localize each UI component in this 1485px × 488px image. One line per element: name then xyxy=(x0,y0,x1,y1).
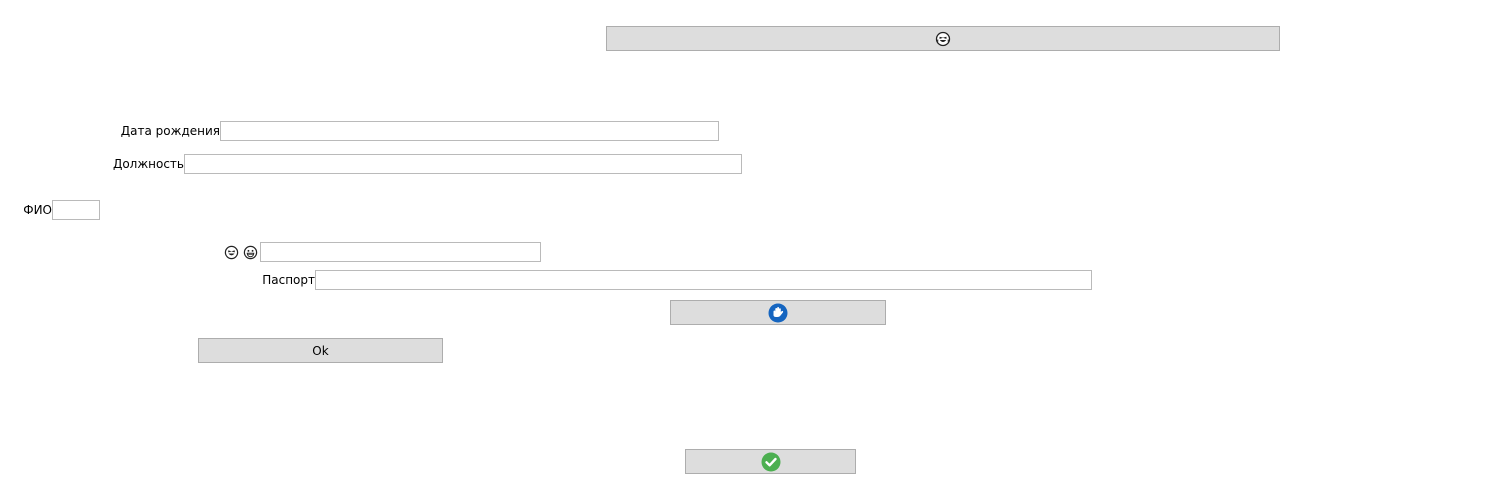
fio-label: ФИО xyxy=(23,203,52,217)
laughing-face-icon xyxy=(935,31,951,46)
hand-icon-button[interactable] xyxy=(670,300,886,325)
emoji-input[interactable] xyxy=(260,242,541,262)
passport-input[interactable] xyxy=(315,270,1092,290)
fio-input[interactable] xyxy=(52,200,100,220)
top-emoji-button[interactable] xyxy=(606,26,1280,51)
position-input[interactable] xyxy=(184,154,742,174)
laughing-face-icon xyxy=(224,245,239,259)
grinning-face-icon xyxy=(243,245,258,259)
green-check-icon xyxy=(761,452,780,471)
birth-date-label: Дата рождения xyxy=(120,124,220,138)
passport-label: Паспорт xyxy=(262,273,315,287)
birth-date-input[interactable] xyxy=(220,121,719,141)
ok-button[interactable]: Ok xyxy=(198,338,443,363)
blue-circle-hand-icon xyxy=(768,303,788,322)
ok-button-label: Ok xyxy=(312,343,329,358)
confirm-check-button[interactable] xyxy=(685,449,856,474)
emoji-label xyxy=(224,244,260,260)
position-label: Должность xyxy=(112,157,184,171)
